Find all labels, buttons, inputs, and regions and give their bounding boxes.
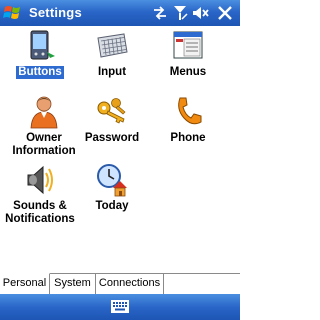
keys-icon bbox=[97, 98, 126, 124]
tile-menus[interactable]: Menus bbox=[148, 28, 228, 79]
tile-menus-label: Menus bbox=[169, 66, 207, 78]
window-title: Settings bbox=[29, 5, 82, 20]
tile-phone[interactable]: Phone bbox=[148, 94, 228, 145]
menu-window-icon bbox=[173, 31, 203, 59]
volume-icon[interactable] bbox=[192, 5, 210, 21]
tile-password[interactable]: Password bbox=[72, 94, 152, 145]
settings-grid: Buttons Input Menus Owner Information Pa… bbox=[0, 26, 240, 270]
speaker-icon bbox=[27, 165, 53, 195]
phone-icon bbox=[178, 97, 202, 125]
tab-strip: Personal System Connections bbox=[0, 273, 240, 294]
title-bar: Settings bbox=[0, 0, 240, 26]
person-icon bbox=[30, 96, 58, 129]
tile-input-label: Input bbox=[97, 66, 127, 78]
tab-system[interactable]: System bbox=[50, 274, 96, 294]
windows-flag-icon[interactable] bbox=[3, 4, 23, 22]
clock-home-icon bbox=[97, 164, 127, 197]
keyboard-icon bbox=[97, 33, 128, 58]
tab-personal[interactable]: Personal bbox=[0, 273, 50, 294]
tile-sounds-label: Sounds & Notifications bbox=[5, 200, 75, 225]
tab-connections[interactable]: Connections bbox=[96, 274, 164, 294]
tile-phone-label: Phone bbox=[170, 132, 206, 144]
tile-input[interactable]: Input bbox=[72, 28, 152, 79]
pda-buttons-icon bbox=[30, 30, 55, 60]
connectivity-icon[interactable] bbox=[152, 5, 168, 21]
tile-owner-label: Owner Information bbox=[12, 132, 76, 157]
tile-today-label: Today bbox=[95, 200, 129, 212]
tile-password-label: Password bbox=[84, 132, 140, 144]
soft-key-bar bbox=[0, 294, 240, 320]
tile-buttons[interactable]: Buttons bbox=[0, 28, 80, 79]
tile-buttons-label: Buttons bbox=[16, 66, 64, 79]
close-icon[interactable] bbox=[216, 5, 234, 21]
soft-keyboard-icon[interactable] bbox=[111, 300, 129, 313]
tile-sounds-notifications[interactable]: Sounds & Notifications bbox=[0, 162, 80, 226]
signal-icon[interactable] bbox=[172, 5, 188, 21]
tile-today[interactable]: Today bbox=[72, 162, 152, 213]
